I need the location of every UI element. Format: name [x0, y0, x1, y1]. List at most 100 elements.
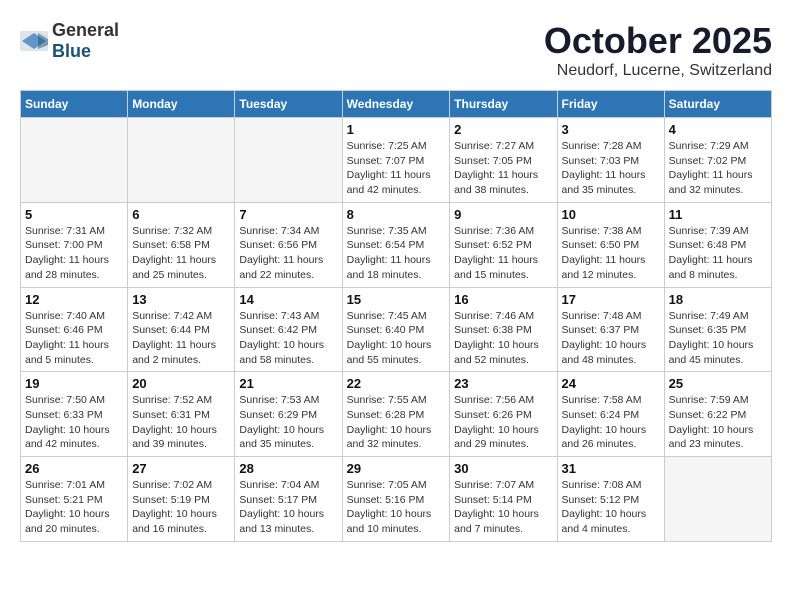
day-number: 15 — [347, 292, 446, 307]
calendar-cell: 6 Sunrise: 7:32 AM Sunset: 6:58 PM Daylig… — [128, 202, 235, 287]
logo-icon — [20, 31, 48, 51]
day-info: Sunrise: 7:36 AM Sunset: 6:52 PM Dayligh… — [454, 224, 552, 283]
calendar-cell: 1 Sunrise: 7:25 AM Sunset: 7:07 PM Daylig… — [342, 118, 450, 203]
day-number: 31 — [562, 461, 660, 476]
calendar-cell: 16 Sunrise: 7:46 AM Sunset: 6:38 PM Dayli… — [450, 287, 557, 372]
calendar-cell: 18 Sunrise: 7:49 AM Sunset: 6:35 PM Dayli… — [664, 287, 771, 372]
weekday-header-saturday: Saturday — [664, 91, 771, 118]
calendar-cell: 15 Sunrise: 7:45 AM Sunset: 6:40 PM Dayli… — [342, 287, 450, 372]
weekday-header-tuesday: Tuesday — [235, 91, 342, 118]
day-number: 30 — [454, 461, 552, 476]
day-number: 8 — [347, 207, 446, 222]
day-number: 5 — [25, 207, 123, 222]
calendar-cell: 23 Sunrise: 7:56 AM Sunset: 6:26 PM Dayli… — [450, 372, 557, 457]
day-info: Sunrise: 7:27 AM Sunset: 7:05 PM Dayligh… — [454, 139, 552, 198]
location-title: Neudorf, Lucerne, Switzerland — [544, 62, 772, 80]
day-info: Sunrise: 7:59 AM Sunset: 6:22 PM Dayligh… — [669, 393, 767, 452]
day-number: 18 — [669, 292, 767, 307]
week-row-5: 26 Sunrise: 7:01 AM Sunset: 5:21 PM Dayli… — [21, 457, 772, 542]
day-number: 6 — [132, 207, 230, 222]
calendar-cell: 3 Sunrise: 7:28 AM Sunset: 7:03 PM Daylig… — [557, 118, 664, 203]
day-number: 1 — [347, 122, 446, 137]
day-info: Sunrise: 7:28 AM Sunset: 7:03 PM Dayligh… — [562, 139, 660, 198]
day-number: 24 — [562, 376, 660, 391]
logo-text: General Blue — [52, 20, 119, 62]
day-number: 13 — [132, 292, 230, 307]
day-number: 9 — [454, 207, 552, 222]
weekday-header-sunday: Sunday — [21, 91, 128, 118]
day-number: 25 — [669, 376, 767, 391]
weekday-header-wednesday: Wednesday — [342, 91, 450, 118]
day-number: 7 — [239, 207, 337, 222]
calendar-cell: 12 Sunrise: 7:40 AM Sunset: 6:46 PM Dayli… — [21, 287, 128, 372]
weekday-header-friday: Friday — [557, 91, 664, 118]
day-info: Sunrise: 7:07 AM Sunset: 5:14 PM Dayligh… — [454, 478, 552, 537]
day-number: 12 — [25, 292, 123, 307]
day-number: 22 — [347, 376, 446, 391]
day-info: Sunrise: 7:39 AM Sunset: 6:48 PM Dayligh… — [669, 224, 767, 283]
day-info: Sunrise: 7:56 AM Sunset: 6:26 PM Dayligh… — [454, 393, 552, 452]
day-number: 20 — [132, 376, 230, 391]
calendar-cell: 30 Sunrise: 7:07 AM Sunset: 5:14 PM Dayli… — [450, 457, 557, 542]
day-info: Sunrise: 7:01 AM Sunset: 5:21 PM Dayligh… — [25, 478, 123, 537]
calendar-cell: 27Sunrise: 7:02 AM Sunset: 5:19 PM Dayli… — [128, 457, 235, 542]
day-info: Sunrise: 7:55 AM Sunset: 6:28 PM Dayligh… — [347, 393, 446, 452]
weekday-header-row: SundayMondayTuesdayWednesdayThursdayFrid… — [21, 91, 772, 118]
day-number: 14 — [239, 292, 337, 307]
day-info: Sunrise: 7:32 AM Sunset: 6:58 PM Dayligh… — [132, 224, 230, 283]
day-number: 3 — [562, 122, 660, 137]
day-number: 19 — [25, 376, 123, 391]
calendar-cell: 14 Sunrise: 7:43 AM Sunset: 6:42 PM Dayli… — [235, 287, 342, 372]
day-info: Sunrise: 7:31 AM Sunset: 7:00 PM Dayligh… — [25, 224, 123, 283]
calendar-cell: 8 Sunrise: 7:35 AM Sunset: 6:54 PM Daylig… — [342, 202, 450, 287]
calendar-cell: 5 Sunrise: 7:31 AM Sunset: 7:00 PM Daylig… — [21, 202, 128, 287]
day-info: Sunrise: 7:48 AM Sunset: 6:37 PM Dayligh… — [562, 309, 660, 368]
day-number: 16 — [454, 292, 552, 307]
calendar-cell: 22 Sunrise: 7:55 AM Sunset: 6:28 PM Dayli… — [342, 372, 450, 457]
day-info: Sunrise: 7:42 AM Sunset: 6:44 PM Dayligh… — [132, 309, 230, 368]
day-info: Sunrise: 7:53 AM Sunset: 6:29 PM Dayligh… — [239, 393, 337, 452]
calendar-cell: 29 Sunrise: 7:05 AM Sunset: 5:16 PM Dayli… — [342, 457, 450, 542]
week-row-4: 19Sunrise: 7:50 AM Sunset: 6:33 PM Dayli… — [21, 372, 772, 457]
day-info: Sunrise: 7:02 AM Sunset: 5:19 PM Dayligh… — [132, 478, 230, 537]
day-info: Sunrise: 7:34 AM Sunset: 6:56 PM Dayligh… — [239, 224, 337, 283]
day-number: 26 — [25, 461, 123, 476]
day-info: Sunrise: 7:49 AM Sunset: 6:35 PM Dayligh… — [669, 309, 767, 368]
calendar-cell: 20Sunrise: 7:52 AM Sunset: 6:31 PM Dayli… — [128, 372, 235, 457]
day-number: 10 — [562, 207, 660, 222]
calendar-cell: 19Sunrise: 7:50 AM Sunset: 6:33 PM Dayli… — [21, 372, 128, 457]
calendar-cell: 24 Sunrise: 7:58 AM Sunset: 6:24 PM Dayli… — [557, 372, 664, 457]
calendar-cell: 9 Sunrise: 7:36 AM Sunset: 6:52 PM Daylig… — [450, 202, 557, 287]
calendar-cell: 7 Sunrise: 7:34 AM Sunset: 6:56 PM Daylig… — [235, 202, 342, 287]
day-info: Sunrise: 7:46 AM Sunset: 6:38 PM Dayligh… — [454, 309, 552, 368]
logo-general: General — [52, 20, 119, 40]
day-info: Sunrise: 7:43 AM Sunset: 6:42 PM Dayligh… — [239, 309, 337, 368]
logo: General Blue — [20, 20, 119, 62]
week-row-2: 5 Sunrise: 7:31 AM Sunset: 7:00 PM Daylig… — [21, 202, 772, 287]
week-row-3: 12 Sunrise: 7:40 AM Sunset: 6:46 PM Dayli… — [21, 287, 772, 372]
calendar-cell: 17Sunrise: 7:48 AM Sunset: 6:37 PM Dayli… — [557, 287, 664, 372]
day-info: Sunrise: 7:25 AM Sunset: 7:07 PM Dayligh… — [347, 139, 446, 198]
calendar-table: SundayMondayTuesdayWednesdayThursdayFrid… — [20, 90, 772, 542]
calendar-cell: 21 Sunrise: 7:53 AM Sunset: 6:29 PM Dayli… — [235, 372, 342, 457]
day-number: 23 — [454, 376, 552, 391]
day-info: Sunrise: 7:45 AM Sunset: 6:40 PM Dayligh… — [347, 309, 446, 368]
title-area: October 2025 Neudorf, Lucerne, Switzerla… — [544, 20, 772, 80]
day-info: Sunrise: 7:35 AM Sunset: 6:54 PM Dayligh… — [347, 224, 446, 283]
calendar-cell: 10Sunrise: 7:38 AM Sunset: 6:50 PM Dayli… — [557, 202, 664, 287]
day-number: 21 — [239, 376, 337, 391]
day-info: Sunrise: 7:04 AM Sunset: 5:17 PM Dayligh… — [239, 478, 337, 537]
month-title: October 2025 — [544, 20, 772, 62]
weekday-header-thursday: Thursday — [450, 91, 557, 118]
day-number: 29 — [347, 461, 446, 476]
calendar-cell: 2 Sunrise: 7:27 AM Sunset: 7:05 PM Daylig… — [450, 118, 557, 203]
day-number: 2 — [454, 122, 552, 137]
calendar-cell: 11Sunrise: 7:39 AM Sunset: 6:48 PM Dayli… — [664, 202, 771, 287]
calendar-cell: 28Sunrise: 7:04 AM Sunset: 5:17 PM Dayli… — [235, 457, 342, 542]
calendar-cell — [21, 118, 128, 203]
day-info: Sunrise: 7:08 AM Sunset: 5:12 PM Dayligh… — [562, 478, 660, 537]
day-info: Sunrise: 7:05 AM Sunset: 5:16 PM Dayligh… — [347, 478, 446, 537]
day-info: Sunrise: 7:58 AM Sunset: 6:24 PM Dayligh… — [562, 393, 660, 452]
day-info: Sunrise: 7:40 AM Sunset: 6:46 PM Dayligh… — [25, 309, 123, 368]
calendar-cell — [664, 457, 771, 542]
